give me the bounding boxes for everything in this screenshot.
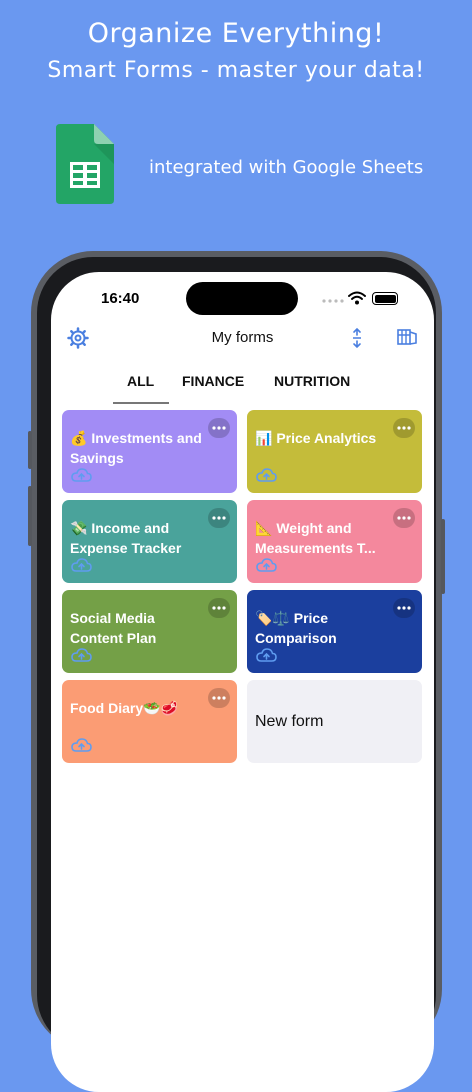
cloud-sync-icon [71, 558, 92, 572]
active-tab-indicator [113, 402, 169, 404]
sort-arrows-icon[interactable] [350, 327, 364, 349]
more-options-icon[interactable] [208, 508, 230, 528]
more-options-icon[interactable] [208, 418, 230, 438]
phone-bezel: 16:40 My forms ALL FINANCE NUTRITION 💰 I… [37, 257, 436, 1092]
more-options-icon[interactable] [393, 418, 415, 438]
google-sheets-icon [56, 124, 114, 204]
new-form-label: New form [255, 713, 324, 730]
phone-power-button [441, 519, 445, 594]
form-card-title: 💸 Income and Expense Tracker [70, 520, 182, 556]
form-card-title: 🏷️⚖️ Price Comparison [255, 610, 337, 646]
more-options-icon[interactable] [208, 598, 230, 618]
form-card[interactable]: Food Diary🥗🥩 [62, 680, 237, 763]
form-card-title: 💰 Investments and Savings [70, 430, 202, 466]
wifi-icon [348, 291, 366, 305]
form-card[interactable]: 🏷️⚖️ Price Comparison [247, 590, 422, 673]
battery-icon [372, 292, 398, 305]
cloud-sync-icon [256, 648, 277, 662]
form-card-title: Food Diary🥗🥩 [70, 700, 178, 716]
cloud-sync-icon [256, 468, 277, 482]
promo-headline: Organize Everything! [87, 18, 385, 49]
dynamic-island [186, 282, 298, 315]
form-card-title: Social Media Content Plan [70, 610, 157, 646]
cloud-sync-icon [71, 648, 92, 662]
more-options-icon[interactable] [208, 688, 230, 708]
integration-caption: integrated with Google Sheets [149, 157, 424, 178]
form-card-title: 📊 Price Analytics [255, 430, 377, 446]
app-screen: 16:40 My forms ALL FINANCE NUTRITION 💰 I… [51, 272, 434, 1092]
status-time: 16:40 [101, 290, 140, 307]
more-options-icon[interactable] [393, 508, 415, 528]
tab-nutrition[interactable]: NUTRITION [274, 373, 350, 389]
tab-finance[interactable]: FINANCE [182, 373, 244, 389]
form-card[interactable]: Social Media Content Plan [62, 590, 237, 673]
cellular-signal-icon [322, 299, 344, 303]
form-card-title: 📐 Weight and Measurements T... [255, 520, 376, 556]
grid-layout-icon[interactable] [397, 328, 417, 346]
more-options-icon[interactable] [393, 598, 415, 618]
page-title: My forms [211, 329, 274, 346]
phone-volume-up [28, 486, 32, 546]
cloud-sync-icon [71, 468, 92, 482]
cloud-sync-icon [71, 738, 92, 752]
phone-frame: 16:40 My forms ALL FINANCE NUTRITION 💰 I… [28, 251, 445, 1092]
form-card[interactable]: 💰 Investments and Savings [62, 410, 237, 493]
form-card[interactable]: 📐 Weight and Measurements T... [247, 500, 422, 583]
form-card[interactable]: 💸 Income and Expense Tracker [62, 500, 237, 583]
tab-all[interactable]: ALL [127, 373, 154, 389]
cloud-sync-icon [256, 558, 277, 572]
phone-side-button [28, 431, 32, 469]
form-card[interactable]: 📊 Price Analytics [247, 410, 422, 493]
new-form-button[interactable]: New form [247, 680, 422, 763]
promo-subheadline: Smart Forms - master your data! [47, 58, 425, 83]
